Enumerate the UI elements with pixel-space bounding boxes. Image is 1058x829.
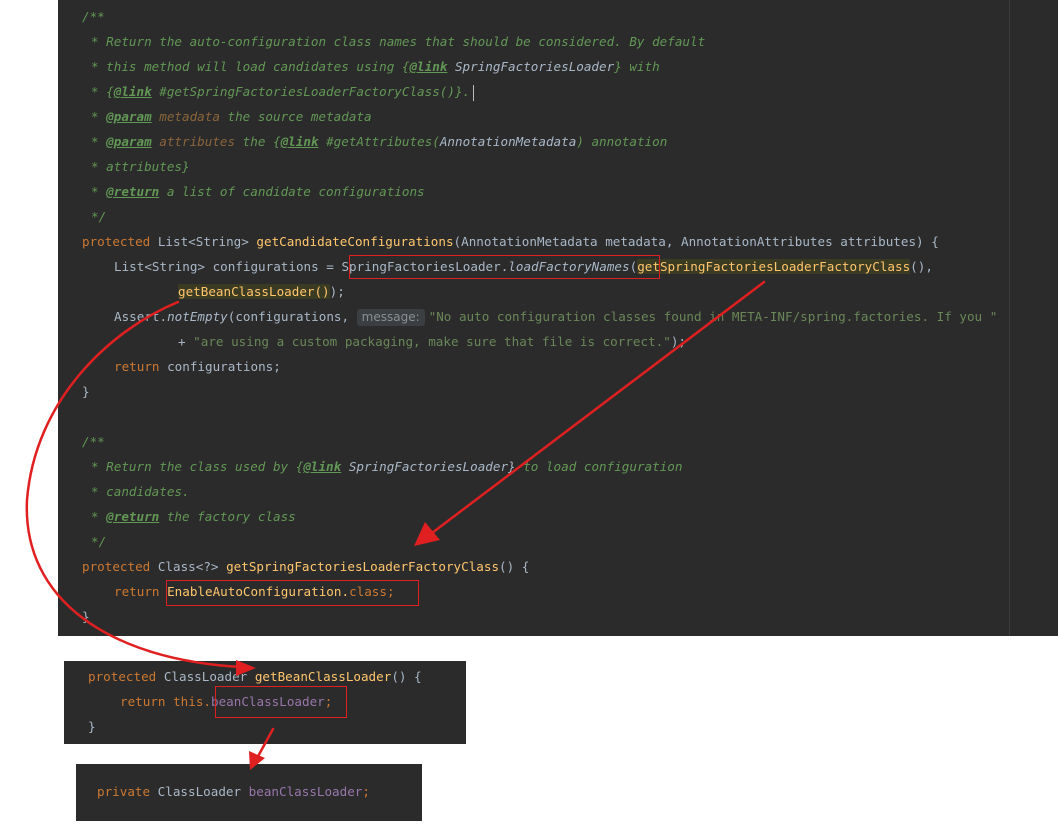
code-line-return[interactable]: return configurations;: [114, 354, 281, 379]
code-line-assert-continued[interactable]: + "are using a custom packaging, make su…: [178, 329, 686, 354]
parameter-hint: message:: [356, 309, 425, 326]
field-declaration[interactable]: private ClassLoader beanClassLoader;: [97, 779, 370, 804]
javadoc-line: * @param attributes the {@link #getAttri…: [91, 134, 668, 149]
javadoc-open-2: /**: [82, 434, 105, 449]
code-line-assert[interactable]: Assert.notEmpty(configurations, message:…: [114, 304, 997, 329]
code-line-configurations[interactable]: List<String> configurations = SpringFact…: [114, 254, 933, 279]
main-code-editor[interactable]: /** * Return the auto-configuration clas…: [58, 0, 1058, 636]
javadoc-line: * @return a list of candidate configurat…: [91, 184, 425, 199]
get-bean-classloader-snippet[interactable]: protected ClassLoader getBeanClassLoader…: [64, 661, 466, 744]
javadoc-line: * @return the factory class: [91, 509, 296, 524]
factory-class-call: getSpringFactoriesLoaderFactoryClass: [637, 259, 911, 274]
javadoc-line: * this method will load candidates using…: [91, 59, 660, 74]
code-line-return-field[interactable]: return this.beanClassLoader;: [120, 689, 332, 714]
javadoc-line: * @param metadata the source metadata: [91, 109, 372, 124]
right-margin-guide: [1009, 0, 1010, 636]
method-signature-getCandidateConfigurations[interactable]: protected List<String> getCandidateConfi…: [82, 229, 939, 254]
code-line-bean-classloader[interactable]: getBeanClassLoader());: [178, 279, 345, 304]
text-cursor: [473, 84, 475, 101]
bean-classloader-field-snippet[interactable]: private ClassLoader beanClassLoader;: [76, 764, 422, 821]
javadoc-close: */: [91, 534, 107, 549]
javadoc-line: * candidates.: [91, 484, 190, 499]
get-bean-classloader-call: getBeanClassLoader(): [178, 284, 330, 299]
javadoc-line: * Return the auto-configuration class na…: [91, 34, 706, 49]
closing-brace: }: [88, 719, 96, 734]
closing-brace: }: [82, 609, 90, 624]
closing-brace: }: [82, 384, 90, 399]
method-signature-getBeanClassLoader[interactable]: protected ClassLoader getBeanClassLoader…: [88, 664, 422, 689]
javadoc-line: * attributes}: [91, 159, 190, 174]
enable-auto-configuration-ref: EnableAutoConfiguration.: [167, 584, 350, 599]
load-factory-names-call: loadFactoryNames: [508, 259, 630, 274]
javadoc-line: * {@link #getSpringFactoriesLoaderFactor…: [91, 79, 475, 104]
code-line-return-class[interactable]: return EnableAutoConfiguration.class;: [114, 579, 395, 604]
javadoc-close: */: [91, 209, 107, 224]
springfactoriesloader-ref: SpringFactoriesLoader.: [341, 259, 509, 274]
method-signature-getSpringFactoriesLoaderFactoryClass[interactable]: protected Class<?> getSpringFactoriesLoa…: [82, 554, 529, 579]
javadoc-open-1: /**: [82, 9, 105, 24]
javadoc-line: * Return the class used by {@link Spring…: [91, 459, 683, 474]
